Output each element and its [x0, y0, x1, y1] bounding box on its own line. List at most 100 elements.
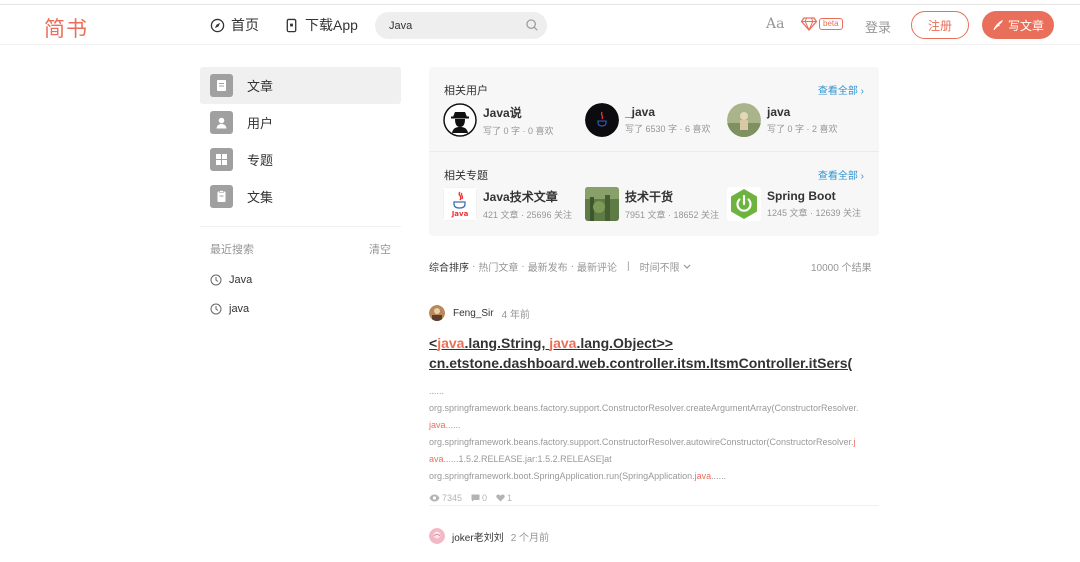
recent-search-text: java [229, 302, 250, 315]
login-link[interactable]: 登录 [865, 17, 891, 36]
sidebar: 文章 用户 专题 文集 最近搜索 清空 Java java [200, 67, 401, 323]
logo[interactable]: 简书 [44, 13, 88, 43]
diamond-icon [801, 17, 817, 31]
write-article-button[interactable]: 写文章 [982, 11, 1054, 39]
time-filter[interactable]: 时间不限 [640, 259, 680, 274]
views-stat: 7345 [429, 493, 462, 503]
header: 简书 首页 下载App Aa beta 登录 注册 写文章 [0, 5, 1080, 45]
heart-icon [496, 494, 505, 502]
recent-search-title: 最近搜索 [210, 244, 254, 256]
register-button[interactable]: 注册 [911, 11, 969, 39]
sidebar-item-articles[interactable]: 文章 [200, 67, 401, 104]
related-users-title: 相关用户 [444, 85, 488, 97]
sidebar-item-label: 文章 [247, 79, 274, 94]
clear-recent-button[interactable]: 清空 [369, 241, 391, 257]
likes-stat[interactable]: 1 [496, 493, 512, 503]
pen-icon [993, 20, 1003, 30]
article-item: Feng_Sir 4 年前 <java.lang.String, java.la… [429, 305, 879, 503]
clock-icon [210, 274, 222, 285]
article-title[interactable]: <java.lang.String, java.lang.Object>> cn… [429, 333, 879, 373]
phone-icon [286, 18, 297, 32]
result-count: 10000 个结果 [811, 263, 872, 274]
related-topic-item[interactable]: 技术干货 7951 文章 · 18652 关注 [585, 187, 719, 221]
svg-text:Java: Java [451, 210, 469, 218]
article-abstract: ...... org.springframework.beans.factory… [429, 386, 859, 481]
related-user-item[interactable]: Java说 写了 0 字 · 0 喜欢 [443, 103, 554, 137]
related-users-more-link[interactable]: 查看全部 › [818, 82, 864, 97]
search-icon[interactable] [525, 18, 539, 32]
collection-icon [210, 185, 233, 208]
related-user-item[interactable]: java 写了 0 字 · 2 喜欢 [727, 103, 838, 137]
avatar[interactable] [429, 528, 445, 544]
sidebar-item-collections[interactable]: 文集 [200, 178, 401, 215]
article-author[interactable]: Feng_Sir [453, 308, 494, 319]
search-box [375, 12, 547, 39]
avatar[interactable] [429, 305, 445, 321]
sort-option-popular[interactable]: 热门文章 [478, 259, 518, 274]
nav-home-label: 首页 [231, 17, 259, 33]
nav-home[interactable]: 首页 [210, 15, 259, 35]
related-topic-name: 技术干货 [625, 189, 674, 204]
sort-separator: | [627, 261, 630, 272]
user-icon [210, 111, 233, 134]
sidebar-item-label: 专题 [247, 153, 274, 168]
eye-icon [429, 494, 440, 502]
related-user-name: Java说 [483, 105, 522, 120]
recent-search-text: Java [229, 273, 253, 286]
recent-search-list: Java java [200, 265, 401, 323]
related-panel: 相关用户 查看全部 › Java说 写了 0 字 · 0 喜欢 _java 写了… [429, 67, 879, 236]
related-user-name: java [767, 105, 791, 119]
related-user-meta: 写了 6530 字 · 6 喜欢 [625, 124, 711, 134]
search-input[interactable] [389, 17, 519, 34]
article-item: joker老刘刘 2 个月前 [429, 528, 549, 544]
article-author[interactable]: joker老刘刘 [452, 529, 504, 544]
chevron-down-icon[interactable] [683, 264, 691, 270]
related-topic-meta: 7951 文章 · 18652 关注 [625, 209, 720, 220]
spring-power-icon [727, 187, 761, 221]
diamond-beta[interactable]: beta [801, 17, 843, 31]
sort-bar: 综合排序 · 热门文章 · 最新发布 · 最新评论 | 时间不限 [429, 259, 691, 274]
related-topics-title: 相关专题 [444, 170, 488, 182]
related-user-name: _java [625, 105, 656, 119]
article-divider [429, 505, 879, 506]
related-user-item[interactable]: _java 写了 6530 字 · 6 喜欢 [585, 103, 711, 137]
sidebar-item-topics[interactable]: 专题 [200, 141, 401, 178]
recent-search-item[interactable]: Java [200, 265, 401, 294]
comment-icon [471, 494, 480, 502]
sidebar-item-users[interactable]: 用户 [200, 104, 401, 141]
related-divider [429, 151, 879, 152]
comments-stat[interactable]: 0 [471, 493, 487, 503]
grid-icon [210, 148, 233, 171]
nav-app-label: 下载App [305, 17, 358, 33]
clock-icon [210, 303, 222, 314]
recent-search-item[interactable]: java [200, 294, 401, 323]
sort-option-latest-comment[interactable]: 最新评论 [577, 259, 617, 274]
sort-option-overall[interactable]: 综合排序 [429, 259, 469, 274]
article-meta: 7345 0 1 [429, 493, 879, 503]
related-topic-name: Java技术文章 [483, 189, 558, 204]
recent-search-header: 最近搜索 清空 [200, 227, 401, 257]
nav-download-app[interactable]: 下载App [284, 15, 358, 35]
topic-thumbnail [585, 187, 619, 221]
article-time: 2 个月前 [510, 532, 550, 544]
related-topic-item[interactable]: Spring Boot 1245 文章 · 12639 关注 [727, 187, 861, 221]
article-time: 4 年前 [501, 309, 530, 321]
sidebar-item-label: 用户 [247, 116, 274, 131]
sort-option-newest[interactable]: 最新发布 [528, 259, 568, 274]
related-topics-more-link[interactable]: 查看全部 › [818, 167, 864, 182]
avatar [727, 103, 761, 137]
article-icon [210, 74, 233, 97]
avatar [443, 103, 477, 137]
related-topic-item[interactable]: Java Java技术文章 421 文章 · 25696 关注 [443, 187, 572, 221]
related-topic-meta: 421 文章 · 25696 关注 [483, 209, 573, 220]
write-label: 写文章 [1007, 18, 1044, 33]
beta-badge: beta [819, 18, 843, 30]
related-topic-meta: 1245 文章 · 12639 关注 [767, 208, 862, 218]
compass-icon [210, 18, 225, 32]
article-author-row: Feng_Sir 4 年前 [429, 305, 879, 321]
java-logo-icon: Java [443, 187, 477, 221]
font-size-toggle[interactable]: Aa [766, 16, 784, 32]
sidebar-item-label: 文集 [247, 190, 274, 205]
related-user-meta: 写了 0 字 · 2 喜欢 [767, 124, 838, 134]
related-user-meta: 写了 0 字 · 0 喜欢 [483, 125, 554, 136]
